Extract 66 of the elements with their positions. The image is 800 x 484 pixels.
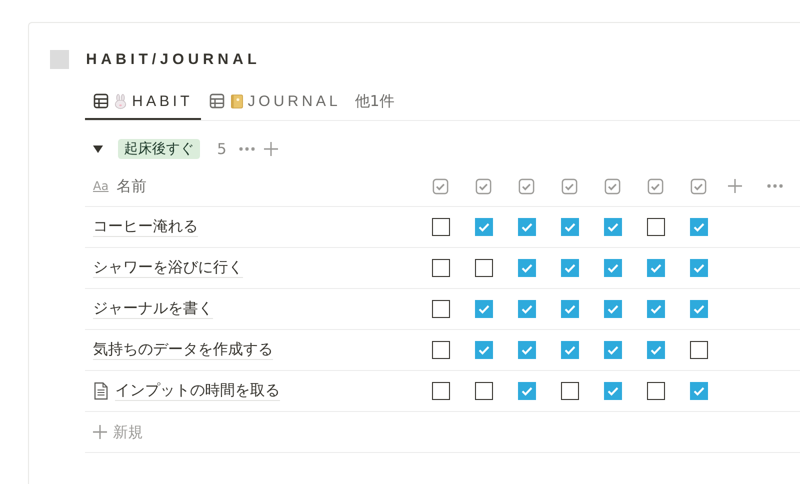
- checkbox[interactable]: [646, 341, 664, 359]
- view-tab[interactable]: JOURNAL: [200, 84, 349, 120]
- checkbox[interactable]: [432, 218, 450, 236]
- checkbox[interactable]: [604, 259, 622, 277]
- checkbox[interactable]: [690, 341, 708, 359]
- checkbox[interactable]: [432, 259, 450, 277]
- checkbox[interactable]: [474, 382, 492, 400]
- checkbox[interactable]: [604, 300, 622, 318]
- checkbox[interactable]: [560, 341, 578, 359]
- more-icon[interactable]: [767, 184, 783, 188]
- checkbox-column-icon[interactable]: [432, 178, 449, 194]
- text-type-icon: Aa: [93, 179, 109, 193]
- checkbox-column-icon[interactable]: [604, 178, 621, 194]
- row-title[interactable]: シャワーを浴びに行く: [93, 258, 243, 278]
- checkbox[interactable]: [432, 300, 450, 318]
- checkbox-column-icon[interactable]: [561, 178, 578, 194]
- checkbox[interactable]: [560, 382, 578, 400]
- checkbox[interactable]: [560, 300, 578, 318]
- add-icon[interactable]: [93, 425, 107, 439]
- checkbox[interactable]: [518, 341, 536, 359]
- checkbox[interactable]: [604, 218, 622, 236]
- row-title[interactable]: インプットの時間を取る: [115, 381, 280, 401]
- database-title: HABIT/JOURNAL: [86, 50, 260, 68]
- checkbox[interactable]: [560, 259, 578, 277]
- checkbox[interactable]: [690, 259, 708, 277]
- checkbox[interactable]: [646, 218, 664, 236]
- row-title[interactable]: 気持ちのデータを作成する: [93, 340, 273, 360]
- add-icon[interactable]: [264, 142, 278, 156]
- table-icon: [208, 93, 225, 109]
- rabbit-icon: [113, 94, 128, 108]
- row-title[interactable]: コーヒー淹れる: [93, 217, 198, 237]
- checkbox[interactable]: [474, 218, 492, 236]
- checkbox[interactable]: [646, 382, 664, 400]
- column-header[interactable]: 名前: [116, 176, 147, 196]
- view-tab[interactable]: HABIT: [85, 84, 201, 120]
- checkbox-column-icon[interactable]: [690, 178, 707, 194]
- more-icon[interactable]: [238, 147, 255, 151]
- checkbox[interactable]: [560, 218, 578, 236]
- checkbox[interactable]: [474, 259, 492, 277]
- group-count: 5: [217, 140, 227, 158]
- checkbox[interactable]: [474, 300, 492, 318]
- add-column-icon[interactable]: [728, 179, 742, 193]
- page-icon: [50, 50, 69, 68]
- checkbox[interactable]: [432, 341, 450, 359]
- checkbox[interactable]: [604, 382, 622, 400]
- checkbox[interactable]: [690, 300, 708, 318]
- notebook-icon: [228, 94, 244, 108]
- more-views-link[interactable]: 他1件: [348, 92, 394, 120]
- checkbox[interactable]: [646, 259, 664, 277]
- checkbox[interactable]: [518, 218, 536, 236]
- checkbox[interactable]: [474, 341, 492, 359]
- checkbox[interactable]: [646, 300, 664, 318]
- row-title[interactable]: ジャーナルを書く: [93, 299, 213, 319]
- checkbox-column-icon[interactable]: [475, 178, 492, 194]
- checkbox-column-icon[interactable]: [518, 178, 535, 194]
- group-tag: 起床後すぐ: [118, 139, 200, 159]
- table-icon: [93, 93, 109, 109]
- toggle-icon[interactable]: [93, 144, 105, 154]
- checkbox[interactable]: [690, 218, 708, 236]
- checkbox[interactable]: [518, 382, 536, 400]
- checkbox[interactable]: [604, 341, 622, 359]
- checkbox[interactable]: [518, 259, 536, 277]
- checkbox[interactable]: [432, 382, 450, 400]
- checkbox[interactable]: [518, 300, 536, 318]
- checkbox[interactable]: [690, 382, 708, 400]
- checkbox-column-icon[interactable]: [647, 178, 664, 194]
